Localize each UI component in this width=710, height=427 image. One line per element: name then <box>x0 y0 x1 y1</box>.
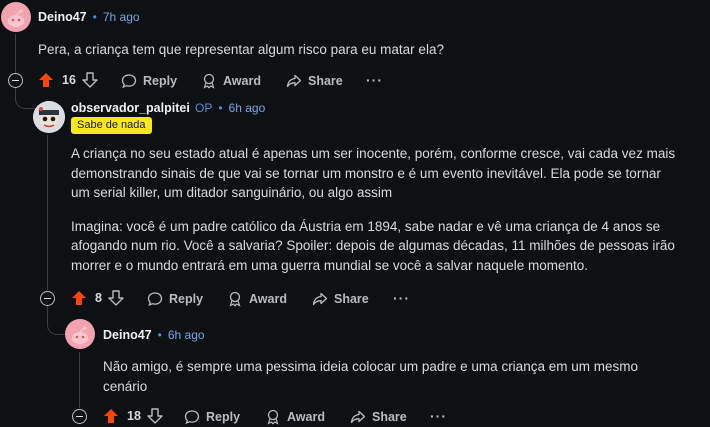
share-label: Share <box>372 410 407 424</box>
avatar[interactable] <box>65 319 95 349</box>
op-badge: OP <box>195 101 213 115</box>
collapse-button[interactable] <box>72 409 87 424</box>
comment-text-line: afogando num rio. Você a salvaria? Spoil… <box>71 238 675 253</box>
comment-text-line: Imagina: você é um padre católico da Áus… <box>71 218 661 234</box>
comment-text-line: Pera, a criança tem que representar algu… <box>38 42 444 57</box>
comment-bubble-icon <box>184 410 200 425</box>
snoo-icon <box>72 326 88 344</box>
comment-timestamp[interactable]: 6h ago <box>168 328 205 342</box>
thread-line-2 <box>47 135 48 290</box>
award-label: Award <box>287 410 325 424</box>
reply-label: Reply <box>143 74 178 88</box>
share-icon <box>286 74 302 88</box>
reply-button[interactable]: Reply <box>147 291 203 307</box>
avatar[interactable] <box>1 2 31 32</box>
comment-timestamp[interactable]: 6h ago <box>229 101 266 115</box>
share-label: Share <box>334 292 369 306</box>
comment-text-line: A criança no seu estado atual é apenas u… <box>71 146 676 161</box>
avatar[interactable] <box>33 101 65 133</box>
comment-body: Não amigo, é sempre uma pessima ideia co… <box>103 357 703 396</box>
reply-label: Reply <box>169 292 204 306</box>
separator-dot: • <box>218 101 223 115</box>
user-flair: Sabe de nada <box>71 117 152 134</box>
downvote-icon[interactable] <box>82 72 98 88</box>
custom-avatar-icon <box>33 101 65 133</box>
reply-button[interactable]: Reply <box>184 409 240 425</box>
comment-text-line: cenário <box>103 378 148 394</box>
share-button[interactable]: Share <box>350 409 407 425</box>
collapse-button[interactable] <box>8 73 23 88</box>
reply-label: Reply <box>206 410 241 424</box>
separator-dot: • <box>157 328 162 342</box>
reply-button[interactable]: Reply <box>121 73 177 89</box>
award-button[interactable]: Award <box>265 409 325 425</box>
vote-count: 16 <box>62 73 76 87</box>
upvote-icon[interactable] <box>103 408 119 424</box>
vote-controls: 16 <box>38 72 98 88</box>
more-options-button[interactable]: ··· <box>366 72 383 88</box>
award-button[interactable]: Award <box>201 73 261 89</box>
share-icon <box>350 410 366 424</box>
comment-body: Pera, a criança tem que representar algu… <box>38 40 444 60</box>
thread-line-3 <box>79 352 80 408</box>
vote-controls: 8 <box>71 290 124 306</box>
award-icon <box>267 409 279 425</box>
award-label: Award <box>249 292 287 306</box>
share-icon <box>312 292 328 306</box>
minus-icon <box>12 79 19 82</box>
award-icon <box>229 291 241 307</box>
comment-body: A criança no seu estado atual é apenas u… <box>71 144 701 275</box>
more-options-button[interactable]: ··· <box>393 290 410 306</box>
comment-author[interactable]: Deino47 <box>38 10 87 24</box>
share-button[interactable]: Share <box>286 73 343 89</box>
vote-count: 8 <box>95 291 102 305</box>
downvote-icon[interactable] <box>108 290 124 306</box>
share-label: Share <box>308 74 343 88</box>
collapse-button[interactable] <box>40 291 55 306</box>
upvote-icon[interactable] <box>38 72 54 88</box>
comment-text-line: Não amigo, é sempre uma pessima ideia co… <box>103 359 638 374</box>
downvote-icon[interactable] <box>147 408 163 424</box>
comment-author[interactable]: Deino47 <box>103 328 152 342</box>
comment-text-line: um serial killer, um ditador sanguinário… <box>71 185 393 200</box>
more-options-button[interactable]: ··· <box>430 408 447 424</box>
share-button[interactable]: Share <box>312 291 369 307</box>
snoo-icon <box>8 9 24 27</box>
comment-author[interactable]: observador_palpiteir <box>71 101 189 115</box>
minus-icon <box>44 297 51 300</box>
separator-dot: • <box>92 10 97 24</box>
comment-text-line: demonstrando sinais de que vai se tornar… <box>71 165 661 181</box>
comment-bubble-icon <box>147 292 163 307</box>
comment-bubble-icon <box>121 74 137 89</box>
award-label: Award <box>223 74 261 88</box>
vote-controls: 18 <box>103 408 163 424</box>
award-icon <box>203 73 215 89</box>
comment-text-line: morrer e o mundo entrará em uma guerra m… <box>71 257 589 273</box>
minus-icon <box>76 415 83 418</box>
vote-count: 18 <box>127 409 141 423</box>
upvote-icon[interactable] <box>71 290 87 306</box>
comment-timestamp[interactable]: 7h ago <box>103 10 140 24</box>
award-button[interactable]: Award <box>227 291 287 307</box>
